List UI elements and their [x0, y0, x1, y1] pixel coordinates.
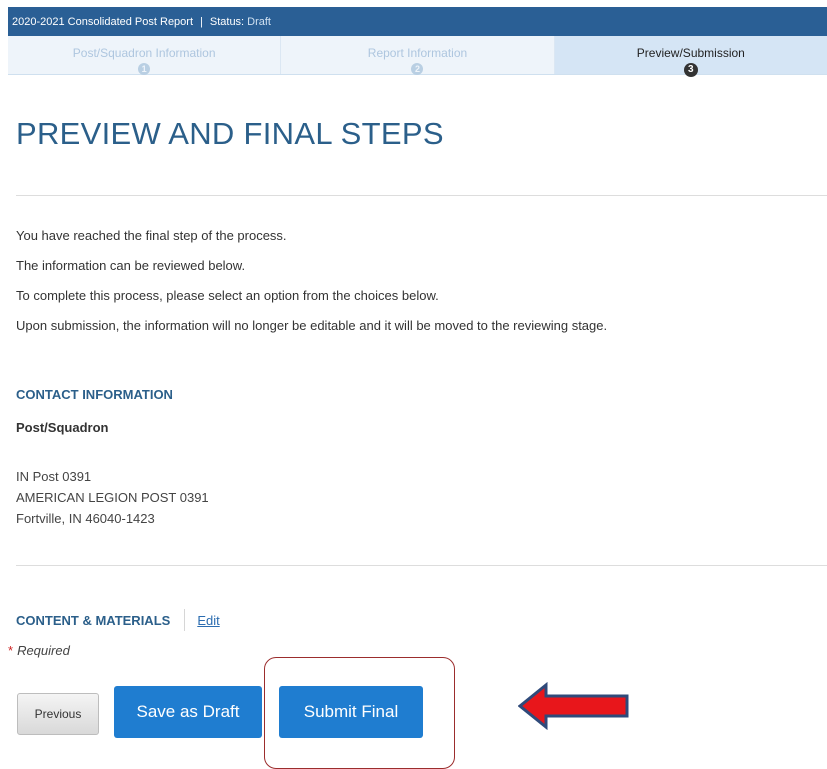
step-post-squadron-information[interactable]: Post/Squadron Information 1 — [8, 36, 282, 75]
intro-line: The information can be reviewed below. — [16, 258, 246, 273]
intro-line: Upon submission, the information will no… — [16, 318, 608, 333]
save-as-draft-button[interactable]: Save as Draft — [114, 686, 262, 738]
divider — [16, 195, 827, 196]
content-materials-heading: CONTENT & MATERIALS — [16, 612, 171, 628]
header-separator: | — [200, 15, 203, 28]
report-title: 2020-2021 Consolidated Post Report — [12, 15, 194, 28]
post-address: IN Post 0391 AMERICAN LEGION POST 0391 F… — [16, 466, 209, 529]
step-label: Report Information — [367, 46, 468, 60]
intro-line: To complete this process, please select … — [16, 288, 439, 303]
edit-link[interactable]: Edit — [197, 613, 219, 628]
status-label: Status: — [209, 15, 245, 28]
content-materials-row: CONTENT & MATERIALS Edit — [16, 609, 220, 631]
step-number-badge: 3 — [683, 63, 698, 77]
required-note: * Required — [8, 643, 70, 658]
step-preview-submission[interactable]: Preview/Submission 3 — [554, 36, 827, 77]
step-label: Preview/Submission — [636, 46, 745, 60]
step-number-badge: 1 — [138, 63, 151, 75]
required-asterisk: * — [8, 643, 14, 658]
intro-line: You have reached the final step of the p… — [16, 228, 287, 243]
status-value: Draft — [247, 15, 271, 28]
step-number-badge: 2 — [411, 63, 424, 75]
step-report-information[interactable]: Report Information 2 — [281, 36, 555, 75]
step-label: Post/Squadron Information — [72, 46, 216, 60]
vertical-separator — [184, 609, 186, 631]
divider — [16, 565, 827, 566]
address-line: IN Post 0391 — [16, 469, 92, 484]
address-line: AMERICAN LEGION POST 0391 — [16, 490, 209, 505]
submit-highlight-outline — [264, 657, 455, 769]
intro-text: You have reached the final step of the p… — [16, 227, 607, 347]
required-text: Required — [17, 643, 70, 658]
contact-information-heading: CONTACT INFORMATION — [16, 387, 173, 402]
progress-stepper: Post/Squadron Information 1 Report Infor… — [8, 36, 827, 77]
address-line: Fortville, IN 46040-1423 — [16, 511, 155, 526]
previous-button[interactable]: Previous — [17, 693, 99, 735]
page-title: PREVIEW AND FINAL STEPS — [16, 116, 444, 151]
post-squadron-subheading: Post/Squadron — [16, 420, 109, 435]
left-arrow-icon — [518, 682, 629, 730]
report-header-bar: 2020-2021 Consolidated Post Report | Sta… — [8, 7, 827, 36]
